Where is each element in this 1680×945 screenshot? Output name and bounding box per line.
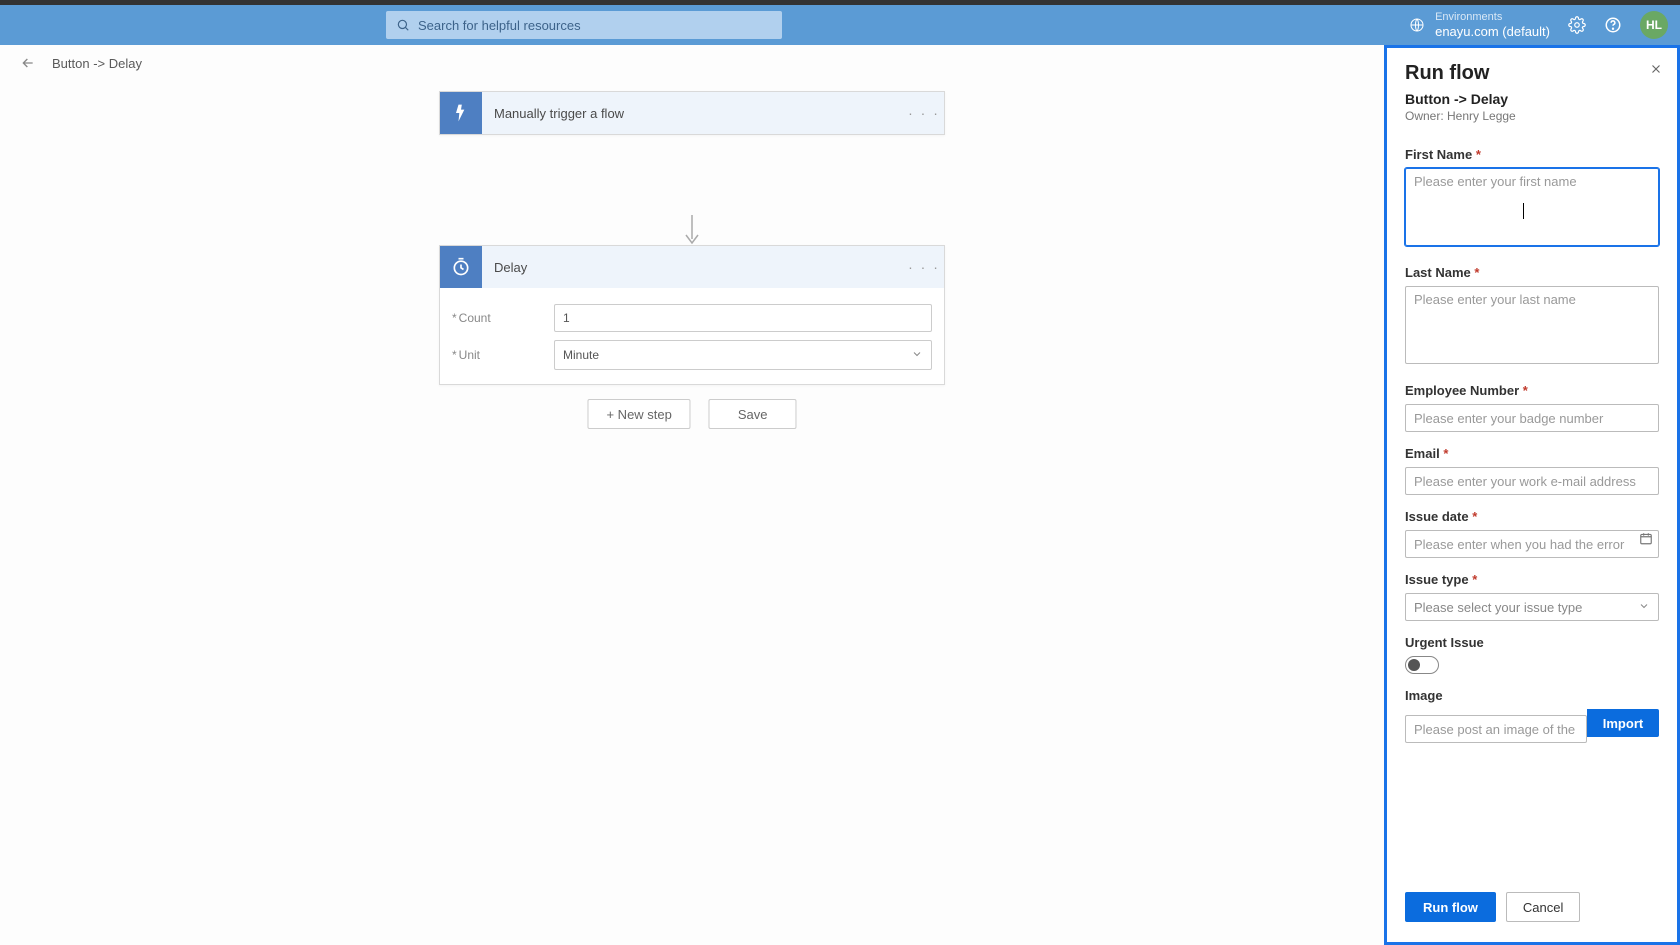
issue-type-label: Issue type * <box>1405 572 1659 587</box>
search-box[interactable] <box>386 11 782 39</box>
issue-date-input[interactable] <box>1405 530 1659 558</box>
search-icon <box>396 18 410 32</box>
delay-title: Delay <box>482 260 904 275</box>
breadcrumb-title: Button -> Delay <box>52 56 142 71</box>
environment-label: Environments <box>1435 11 1550 24</box>
search-input[interactable] <box>418 18 772 33</box>
panel-flow-name: Button -> Delay <box>1405 91 1659 107</box>
trigger-icon <box>440 92 482 134</box>
image-label: Image <box>1405 688 1659 703</box>
settings-icon[interactable] <box>1568 16 1586 34</box>
app-header: Environments enayu.com (default) HL <box>0 5 1680 45</box>
save-button[interactable]: Save <box>709 399 797 429</box>
last-name-label: Last Name * <box>1405 265 1659 280</box>
employee-number-label: Employee Number * <box>1405 383 1659 398</box>
unit-value: Minute <box>563 348 599 362</box>
panel-flow-owner: Owner: Henry Legge <box>1405 109 1659 123</box>
card-menu-icon[interactable]: · · · <box>904 259 944 275</box>
import-button[interactable]: Import <box>1587 709 1659 737</box>
card-menu-icon[interactable]: · · · <box>904 105 944 121</box>
count-input[interactable] <box>554 304 932 332</box>
toggle-knob <box>1408 659 1420 671</box>
first-name-input[interactable] <box>1405 168 1659 246</box>
cancel-button[interactable]: Cancel <box>1506 892 1580 922</box>
last-name-input[interactable] <box>1405 286 1659 364</box>
count-label: *Count <box>452 311 554 325</box>
run-flow-panel: Run flow Button -> Delay Owner: Henry Le… <box>1384 45 1680 945</box>
help-icon[interactable] <box>1604 16 1622 34</box>
issue-type-select[interactable]: Please select your issue type <box>1405 593 1659 621</box>
unit-select[interactable]: Minute <box>554 340 932 370</box>
chevron-down-icon <box>911 348 923 363</box>
image-input[interactable] <box>1405 715 1587 743</box>
breadcrumb: Button -> Delay <box>0 45 1384 81</box>
trigger-card[interactable]: Manually trigger a flow · · · <box>439 91 945 135</box>
main-area: Button -> Delay Manually trigger a flow … <box>0 45 1384 945</box>
new-step-button[interactable]: + New step <box>587 399 690 429</box>
run-flow-button[interactable]: Run flow <box>1405 892 1496 922</box>
email-label: Email * <box>1405 446 1659 461</box>
delay-icon <box>440 246 482 288</box>
chevron-down-icon <box>1638 600 1650 615</box>
environment-icon <box>1409 17 1425 33</box>
urgent-issue-toggle[interactable] <box>1405 656 1439 674</box>
delay-card[interactable]: Delay · · · *Count *Unit Minute <box>439 245 945 385</box>
email-input[interactable] <box>1405 467 1659 495</box>
environment-picker[interactable]: Environments enayu.com (default) <box>1409 11 1550 40</box>
environment-name: enayu.com (default) <box>1435 24 1550 40</box>
trigger-title: Manually trigger a flow <box>482 106 904 121</box>
unit-label: *Unit <box>452 348 554 362</box>
first-name-label: First Name * <box>1405 147 1659 162</box>
employee-number-input[interactable] <box>1405 404 1659 432</box>
urgent-issue-label: Urgent Issue <box>1405 635 1659 650</box>
issue-type-placeholder: Please select your issue type <box>1414 600 1582 615</box>
panel-title: Run flow <box>1405 62 1659 85</box>
close-icon[interactable] <box>1649 62 1663 81</box>
back-arrow-icon[interactable] <box>20 55 36 71</box>
calendar-icon[interactable] <box>1639 532 1653 551</box>
user-avatar[interactable]: HL <box>1640 11 1668 39</box>
issue-date-label: Issue date * <box>1405 509 1659 524</box>
